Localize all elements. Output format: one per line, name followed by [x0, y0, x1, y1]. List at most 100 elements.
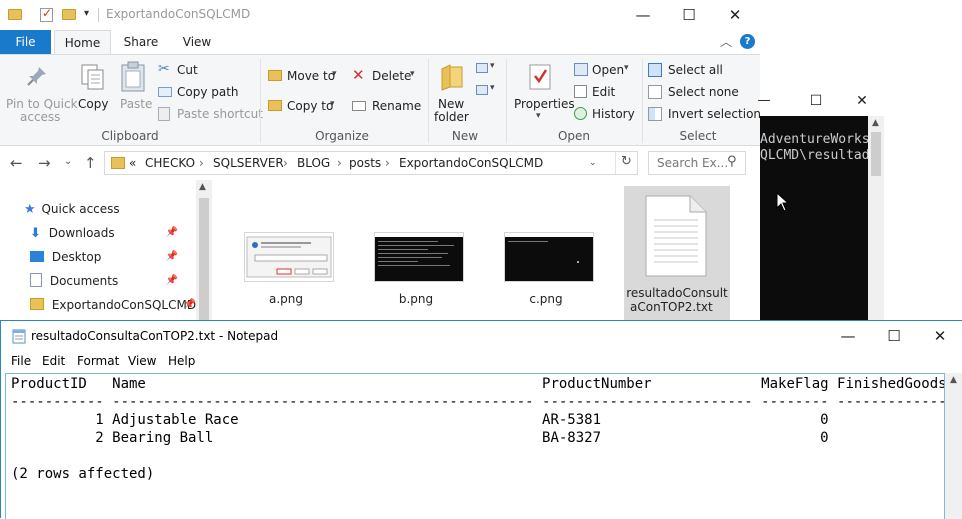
scroll-up-arrow-icon[interactable]: ▲ — [872, 118, 879, 128]
minimize-button[interactable]: — — [620, 0, 666, 30]
nav-item-quick-access[interactable]: ★ Quick access — [24, 198, 120, 220]
scissors-icon: ✂ — [158, 61, 170, 77]
desktop-background — [760, 0, 962, 86]
text-line: ProductID Name ProductNumber MakeFlag Fi… — [11, 376, 945, 392]
breadcrumb-item[interactable]: BLOG — [297, 156, 330, 170]
collapse-ribbon-icon[interactable]: ︿ — [720, 33, 732, 50]
refresh-icon[interactable]: ↻ — [621, 154, 632, 169]
help-icon[interactable]: ? — [740, 34, 755, 49]
recent-locations-chevron-icon[interactable]: ⌄ — [64, 156, 72, 167]
breadcrumb-item[interactable]: SQLSERVER — [213, 156, 284, 170]
properties-icon[interactable] — [40, 6, 53, 22]
easy-access-icon — [476, 85, 488, 95]
maximize-button[interactable]: ☐ — [666, 0, 712, 30]
menu-help[interactable]: Help — [168, 354, 195, 368]
scrollbar-thumb[interactable] — [199, 198, 209, 320]
minimize-button[interactable]: — — [825, 321, 871, 351]
menu-file[interactable]: File — [11, 354, 31, 368]
menu-edit[interactable]: Edit — [42, 354, 65, 368]
copy-path-label: Copy path — [177, 85, 239, 99]
paste-button[interactable]: Paste — [112, 55, 154, 125]
back-arrow-icon[interactable]: ← — [10, 154, 23, 172]
copy-button[interactable]: Copy — [74, 55, 110, 125]
tab-home[interactable]: Home — [54, 30, 111, 54]
console-output[interactable]: AdventureWorks QLCMD\resultad — [760, 116, 868, 320]
menu-view[interactable]: View — [128, 354, 156, 368]
new-folder-icon[interactable] — [62, 9, 76, 20]
open-button[interactable]: Open ▾ — [574, 61, 634, 81]
scroll-up-arrow-icon[interactable]: ▲ — [199, 182, 206, 192]
minimize-button[interactable]: — — [744, 86, 784, 116]
forward-arrow-icon[interactable]: → — [38, 154, 51, 172]
address-box[interactable]: « CHECKO › SQLSERVER › BLOG › posts › Ex… — [104, 151, 638, 175]
chevron-down-icon: ▾ — [624, 63, 629, 73]
chevron-down-icon: ▾ — [490, 61, 495, 71]
text-line: 1 Adjustable Race AR-5381 0 0 N — [11, 412, 945, 428]
tab-file[interactable]: File — [0, 30, 51, 54]
nav-item-exportandoconsqlcmd[interactable]: ExportandoConSQLCMD 📌 — [30, 294, 196, 316]
search-box[interactable]: Search Ex... ⚲ — [648, 151, 746, 175]
maximize-button[interactable]: ☐ — [871, 321, 917, 351]
nav-item-desktop[interactable]: Desktop 📌 — [30, 246, 196, 268]
new-item-button[interactable]: ▾ — [476, 61, 500, 83]
up-arrow-icon[interactable]: ↑ — [84, 154, 97, 172]
breadcrumb-overflow[interactable]: « — [129, 156, 136, 170]
maximize-button[interactable]: ☐ — [796, 86, 836, 116]
breadcrumb-item[interactable]: CHECKO — [145, 156, 195, 170]
console-scrollbar[interactable]: ▲ — [868, 116, 884, 320]
window-title: resultadoConsultaConTOP2.txt - Notepad — [31, 329, 279, 343]
chevron-down-icon: ▾ — [332, 69, 337, 79]
file-item-b-png[interactable]: b.png — [364, 186, 468, 320]
new-folder-button[interactable]: New folder — [430, 55, 474, 125]
new-folder-label-line2: folder — [434, 110, 469, 124]
paste-shortcut-button[interactable]: Paste shortcut — [158, 105, 263, 125]
open-icon — [574, 63, 588, 76]
close-button[interactable]: ✕ — [712, 0, 758, 30]
qat-dropdown-icon[interactable]: ▾ — [84, 8, 89, 19]
tab-share[interactable]: Share — [118, 30, 164, 54]
nav-label: Desktop — [51, 250, 102, 264]
notepad-window: resultadoConsultaConTOP2.txt - Notepad —… — [0, 320, 962, 519]
console-line: AdventureWorks — [760, 132, 868, 147]
image-thumbnail — [374, 232, 464, 282]
scrollbar-thumb[interactable] — [871, 132, 881, 176]
tab-view[interactable]: View — [174, 30, 220, 54]
menu-format[interactable]: Format — [77, 354, 119, 368]
edit-icon — [574, 85, 587, 98]
select-none-button[interactable]: Select none — [648, 83, 754, 103]
copy-path-button[interactable]: Copy path — [158, 83, 248, 103]
navigation-scrollbar[interactable]: ▲ — [196, 180, 212, 320]
file-item-c-png[interactable]: c.png — [494, 186, 598, 320]
pin-label-line2: access — [20, 110, 61, 124]
cut-button[interactable]: ✂ Cut — [158, 61, 248, 81]
text-editor[interactable]: ProductID Name ProductNumber MakeFlag Fi… — [5, 373, 945, 519]
rename-label: Rename — [372, 99, 422, 113]
ribbon: Pin to Quick access Copy Paste ✂ Cut Cop… — [0, 54, 760, 146]
copy-to-button[interactable]: Copy to ▾ — [268, 97, 344, 117]
close-button[interactable]: ✕ — [917, 321, 962, 351]
scroll-up-arrow-icon[interactable]: ▲ — [950, 375, 957, 385]
nav-item-documents[interactable]: Documents 📌 — [30, 270, 196, 292]
rename-button[interactable]: Rename — [352, 97, 422, 117]
easy-access-button[interactable]: ▾ — [476, 83, 500, 105]
edit-button[interactable]: Edit — [574, 83, 634, 103]
move-to-button[interactable]: Move to ▾ — [268, 67, 344, 87]
file-item-a-png[interactable]: a.png — [234, 186, 338, 320]
address-dropdown-icon[interactable]: ⌄ — [589, 158, 597, 168]
file-explorer-window: ▾ ExportandoConSQLCMD — ☐ ✕ File Home Sh… — [0, 0, 760, 320]
close-button[interactable]: ✕ — [842, 86, 882, 116]
address-bar-row: ← → ⌄ ↑ « CHECKO › SQLSERVER › BLOG › po… — [0, 146, 760, 180]
delete-button[interactable]: ✕ Delete ▾ — [352, 66, 422, 87]
select-all-button[interactable]: Select all — [648, 61, 754, 81]
search-input[interactable]: Search Ex... — [657, 156, 728, 170]
notepad-scrollbar[interactable]: ▲ — [945, 373, 962, 519]
history-button[interactable]: History — [574, 105, 635, 125]
breadcrumb-item[interactable]: ExportandoConSQLCMD — [399, 156, 543, 170]
file-item-resultadoconsultacontop2-txt[interactable]: resultadoConsult aConTOP2.txt — [624, 186, 730, 320]
nav-item-downloads[interactable]: ⬇ Downloads 📌 — [30, 222, 196, 244]
pin-to-quick-access-button[interactable]: Pin to Quick access — [0, 55, 78, 125]
invert-selection-button[interactable]: Invert selection — [648, 105, 760, 125]
properties-button[interactable]: Properties ▾ — [510, 55, 575, 125]
move-to-icon — [268, 70, 282, 81]
breadcrumb-item[interactable]: posts — [349, 156, 381, 170]
